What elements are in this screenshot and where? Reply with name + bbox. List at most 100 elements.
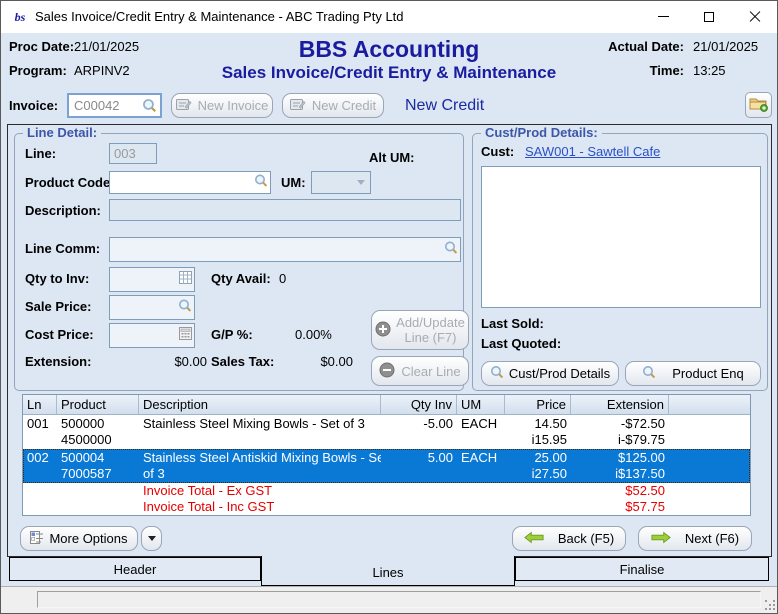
more-options-button[interactable]: More Options bbox=[20, 526, 138, 551]
um-label: UM: bbox=[281, 175, 306, 190]
invoice-lookup-icon[interactable] bbox=[142, 98, 157, 118]
cell-product-alt: 4500000 bbox=[61, 432, 135, 448]
plus-circle-icon bbox=[375, 321, 391, 340]
line-label: Line: bbox=[25, 146, 56, 161]
maximize-button[interactable] bbox=[686, 1, 732, 32]
back-button[interactable]: Back (F5) bbox=[512, 526, 626, 551]
cell-price-inc: i15.95 bbox=[509, 432, 567, 448]
cell-description: Stainless Steel Mixing Bowls - Set of 3 bbox=[143, 416, 377, 432]
cell-ext-inc: i-$79.75 bbox=[575, 432, 665, 448]
total-inc-gst-value: $57.75 bbox=[571, 499, 669, 515]
more-options-dropdown-button[interactable] bbox=[141, 526, 162, 551]
qty-grid-icon[interactable] bbox=[179, 271, 192, 289]
cell-qty: -5.00 bbox=[381, 415, 457, 449]
grid-row-2-selected[interactable]: 002 5000047000587 Stainless Steel Antisk… bbox=[23, 449, 750, 483]
cell-price-inc: i27.50 bbox=[509, 466, 567, 482]
search-icon bbox=[490, 365, 504, 382]
cell-ext-inc: i$137.50 bbox=[575, 466, 665, 482]
cust-prod-details-button[interactable]: Cust/Prod Details bbox=[481, 361, 619, 386]
close-icon bbox=[749, 11, 761, 23]
resize-grip-icon[interactable] bbox=[765, 600, 776, 611]
col-product[interactable]: Product bbox=[57, 395, 139, 414]
col-description[interactable]: Description bbox=[139, 395, 381, 414]
app-window: bs Sales Invoice/Credit Entry & Maintena… bbox=[0, 0, 778, 614]
close-button[interactable] bbox=[732, 1, 778, 32]
tab-header-label: Header bbox=[114, 562, 157, 577]
product-lookup-icon[interactable] bbox=[254, 173, 268, 192]
cell-product-code: 500000 bbox=[61, 416, 135, 432]
minimize-icon bbox=[658, 16, 669, 17]
line-number-input[interactable] bbox=[110, 144, 156, 163]
line-comm-input[interactable] bbox=[110, 238, 460, 261]
new-invoice-button[interactable]: New Invoice bbox=[171, 93, 273, 118]
sale-price-lookup-icon[interactable] bbox=[178, 298, 192, 317]
sales-tax-value: $0.00 bbox=[291, 354, 353, 369]
add-update-line-button[interactable]: Add/Update Line (F7) bbox=[371, 310, 469, 350]
description-label: Description: bbox=[25, 203, 101, 218]
product-enq-button[interactable]: Product Enq bbox=[625, 361, 761, 386]
new-credit-label: New Credit bbox=[312, 98, 376, 113]
um-select[interactable] bbox=[311, 171, 371, 194]
open-folder-button[interactable] bbox=[745, 92, 772, 118]
col-filler bbox=[669, 395, 750, 414]
options-list-icon bbox=[30, 531, 44, 547]
add-update-line-label-2: Line (F7) bbox=[404, 330, 456, 345]
line-comm-lookup-icon[interactable] bbox=[444, 240, 458, 259]
new-credit-button[interactable]: New Credit bbox=[282, 93, 384, 118]
cell-qty: 5.00 bbox=[381, 449, 457, 483]
invoice-lines-grid: Ln Product Description Qty Inv UM Price … bbox=[22, 394, 751, 516]
minimize-button[interactable] bbox=[640, 1, 686, 32]
col-ln[interactable]: Ln bbox=[23, 395, 57, 414]
description-input[interactable] bbox=[110, 200, 460, 220]
total-inc-gst-label: Invoice Total - Inc GST bbox=[139, 499, 381, 515]
grid-row-1[interactable]: 001 5000004500000 Stainless Steel Mixing… bbox=[23, 415, 750, 449]
new-document-icon bbox=[290, 98, 306, 114]
product-code-label: Product Code: bbox=[25, 175, 115, 190]
app-logo-icon: bs bbox=[10, 7, 30, 27]
grid-header-row: Ln Product Description Qty Inv UM Price … bbox=[23, 395, 750, 415]
next-button[interactable]: Next (F6) bbox=[638, 526, 752, 551]
col-qty-inv[interactable]: Qty Inv bbox=[381, 395, 457, 414]
total-ex-gst-row: Invoice Total - Ex GST $52.50 bbox=[23, 483, 750, 499]
line-detail-group: Line Detail: Line: Alt UM: Product Code:… bbox=[14, 133, 464, 391]
gp-label: G/P %: bbox=[211, 327, 253, 342]
back-label: Back (F5) bbox=[558, 531, 614, 546]
col-price[interactable]: Price bbox=[505, 395, 571, 414]
cell-um: EACH bbox=[457, 415, 505, 449]
folder-add-icon bbox=[749, 96, 769, 115]
last-quoted-label: Last Quoted: bbox=[481, 336, 561, 351]
product-enq-label: Product Enq bbox=[672, 366, 744, 381]
tab-header[interactable]: Header bbox=[9, 557, 261, 581]
sales-tax-label: Sales Tax: bbox=[211, 354, 274, 369]
cell-product-code: 500004 bbox=[61, 450, 135, 466]
cell-ln: 001 bbox=[23, 415, 57, 449]
qty-to-inv-label: Qty to Inv: bbox=[25, 271, 89, 286]
invoice-label: Invoice: bbox=[9, 98, 58, 113]
tab-finalise[interactable]: Finalise bbox=[515, 557, 769, 581]
window-title: Sales Invoice/Credit Entry & Maintenance… bbox=[35, 9, 404, 24]
tab-finalise-label: Finalise bbox=[620, 562, 665, 577]
line-detail-legend: Line Detail: bbox=[23, 125, 101, 140]
invoice-bar: Invoice: New Invoice New Credit New Cred… bbox=[1, 89, 777, 124]
extension-label: Extension: bbox=[25, 354, 91, 369]
status-panel bbox=[37, 591, 761, 608]
line-comm-label: Line Comm: bbox=[25, 241, 100, 256]
calculator-icon[interactable] bbox=[179, 327, 192, 345]
screen-header: Proc Date: 21/01/2025 Program: ARPINV2 B… bbox=[1, 33, 777, 89]
customer-link[interactable]: SAW001 - Sawtell Cafe bbox=[525, 144, 660, 159]
cust-prod-listbox[interactable] bbox=[481, 166, 761, 308]
actual-date-value: 21/01/2025 bbox=[693, 39, 769, 54]
next-label: Next (F6) bbox=[685, 531, 739, 546]
sale-price-label: Sale Price: bbox=[25, 299, 92, 314]
description-field bbox=[109, 199, 461, 221]
new-document-icon bbox=[176, 98, 192, 114]
search-icon bbox=[642, 365, 656, 382]
clear-line-button[interactable]: Clear Line bbox=[371, 356, 469, 386]
time-value: 13:25 bbox=[693, 63, 769, 78]
col-um[interactable]: UM bbox=[457, 395, 505, 414]
product-code-input[interactable] bbox=[110, 172, 270, 193]
col-extension[interactable]: Extension bbox=[571, 395, 669, 414]
cost-price-label: Cost Price: bbox=[25, 327, 94, 342]
tab-lines[interactable]: Lines bbox=[261, 556, 515, 586]
actual-date-label: Actual Date: bbox=[598, 39, 684, 54]
